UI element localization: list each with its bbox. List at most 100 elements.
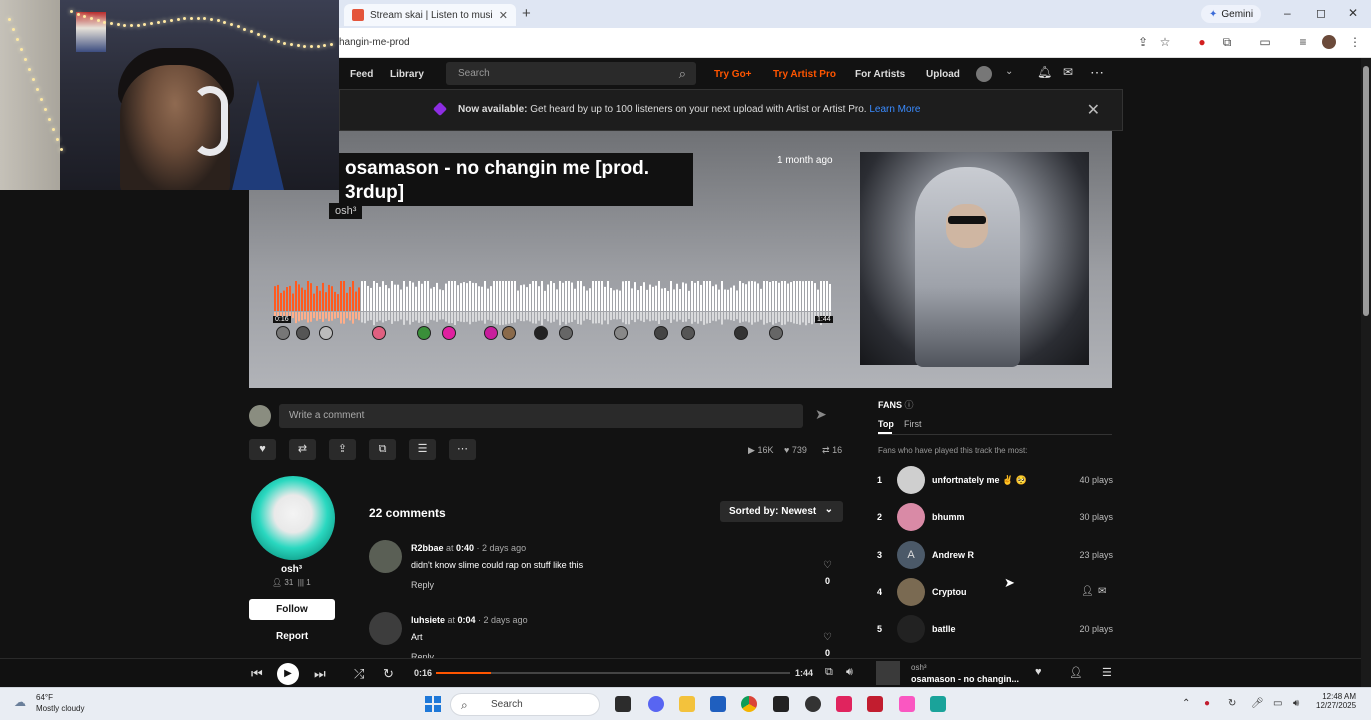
artist-name[interactable]: osh³ <box>281 564 302 575</box>
fan-name[interactable]: Cryptou <box>932 587 967 597</box>
search-icon[interactable]: ⌕ <box>679 66 686 82</box>
maximize-button[interactable]: ◻ <box>1316 6 1326 20</box>
comment-input[interactable]: Write a comment <box>279 404 803 428</box>
waveform-comment-avatar[interactable] <box>769 326 783 340</box>
like-comment-icon[interactable]: ♡ <box>823 560 832 571</box>
fan-avatar[interactable] <box>897 615 925 643</box>
close-window-button[interactable]: ✕ <box>1348 6 1358 20</box>
player-like-icon[interactable]: ♥ <box>1035 666 1042 678</box>
fan-row[interactable]: 4 Cryptou 👤︎ ✉ <box>877 578 1113 606</box>
cast-icon[interactable]: ⧉ <box>825 666 833 679</box>
taskbar-app-calculator-icon[interactable] <box>930 696 946 712</box>
waveform-comment-avatar[interactable] <box>372 326 386 340</box>
follow-artist-icon[interactable]: 👤︎ <box>1069 666 1083 679</box>
follow-button[interactable]: Follow <box>249 599 335 620</box>
waveform-comment-avatar[interactable] <box>534 326 548 340</box>
like-button[interactable]: ♥ <box>249 439 276 460</box>
extensions-puzzle-icon[interactable]: ⧉ <box>1220 35 1234 49</box>
waveform-comment-avatar[interactable] <box>484 326 498 340</box>
fan-name[interactable]: bhumm <box>932 512 965 522</box>
tray-display-icon[interactable]: ▭ <box>1273 698 1282 709</box>
copy-link-button[interactable]: ⧉ <box>369 439 396 460</box>
fan-name[interactable]: unfortnately me ✌️ 🥺 <box>932 475 1027 486</box>
browser-tab[interactable]: Stream skai | Listen to music albums ✕ <box>344 4 516 26</box>
fan-name[interactable]: batlle <box>932 624 956 634</box>
volume-icon[interactable]: 🔊︎ <box>846 666 853 679</box>
commenter-name[interactable]: luhsiete <box>411 615 445 625</box>
commenter-name[interactable]: R2bbae <box>411 543 444 553</box>
page-scrollbar[interactable] <box>1361 58 1371 687</box>
waveform-comment-avatar[interactable] <box>681 326 695 340</box>
messages-mail-icon[interactable]: ✉ <box>1063 65 1073 79</box>
fan-row[interactable]: 1 unfortnately me ✌️ 🥺 40 plays <box>877 466 1113 494</box>
previous-track-icon[interactable]: ⏮ <box>251 666 263 682</box>
nav-library[interactable]: Library <box>390 69 424 80</box>
share-button[interactable]: ⇪ <box>329 439 356 460</box>
waveform-comment-avatar[interactable] <box>296 326 310 340</box>
taskbar-app-t-icon[interactable] <box>867 696 883 712</box>
player-artwork[interactable] <box>876 661 900 685</box>
new-tab-button[interactable]: + <box>522 5 531 22</box>
waveform-comment-avatar[interactable] <box>654 326 668 340</box>
follow-user-icon[interactable]: 👤︎ <box>1081 586 1094 597</box>
fan-name[interactable]: Andrew R <box>932 550 974 560</box>
tab-top-fans[interactable]: Top <box>878 419 894 429</box>
taskbar-app-obs-icon[interactable] <box>805 696 821 712</box>
fan-row[interactable]: 3 A Andrew R 23 plays <box>877 541 1113 569</box>
chevron-down-icon[interactable]: ⌄ <box>1005 66 1013 77</box>
tab-first-fans[interactable]: First <box>904 419 922 429</box>
add-to-next-up-button[interactable]: ☰ <box>409 439 436 460</box>
taskbar-app-discord-icon[interactable] <box>648 696 664 712</box>
waveform-comment-avatar[interactable] <box>417 326 431 340</box>
message-user-icon[interactable]: ✉ <box>1098 586 1106 597</box>
next-track-icon[interactable]: ⏭ <box>314 666 326 682</box>
media-controls-icon[interactable]: ≡ <box>1296 35 1310 49</box>
nav-feed[interactable]: Feed <box>350 69 373 80</box>
repost-button[interactable]: ⇄ <box>289 439 316 460</box>
install-app-icon[interactable]: ⇪ <box>1136 35 1150 49</box>
like-comment-icon[interactable]: ♡ <box>823 632 832 643</box>
taskbar-clock[interactable]: 12:48 AM 12/27/2025 <box>1316 692 1356 710</box>
extension-icon[interactable]: ● <box>1195 35 1209 49</box>
waveform-comment-avatar[interactable] <box>614 326 628 340</box>
waveform-comment-avatar[interactable] <box>502 326 516 340</box>
send-comment-icon[interactable]: ➤ <box>815 406 827 423</box>
tracks-count[interactable]: 1 <box>306 578 310 587</box>
url-text[interactable]: hangin-me-prod <box>339 37 410 48</box>
fan-avatar[interactable]: A <box>897 541 925 569</box>
progress-bar[interactable] <box>436 672 790 674</box>
search-input[interactable]: Search ⌕ <box>446 62 696 85</box>
learn-more-link[interactable]: Learn More <box>869 104 920 115</box>
comment-timestamp[interactable]: 0:40 <box>456 543 474 553</box>
commenter-avatar[interactable] <box>369 540 402 573</box>
waveform-comment-avatar[interactable] <box>319 326 333 340</box>
bookmark-star-icon[interactable]: ☆ <box>1158 35 1172 49</box>
taskbar-app-terminal-icon[interactable] <box>615 696 631 712</box>
next-up-icon[interactable]: ☰ <box>1102 666 1112 679</box>
artist-avatar[interactable] <box>251 476 335 560</box>
waveform[interactable] <box>274 281 832 326</box>
info-icon[interactable]: ⓘ <box>905 400 914 410</box>
waveform-comment-avatar[interactable] <box>442 326 456 340</box>
taskbar-app-chrome-icon[interactable] <box>741 696 757 712</box>
reply-link[interactable]: Reply <box>411 580 434 590</box>
fan-row[interactable]: 2 bhumm 30 plays <box>877 503 1113 531</box>
fan-row[interactable]: 5 batlle 20 plays <box>877 615 1113 643</box>
try-go-plus-link[interactable]: Try Go+ <box>714 69 752 80</box>
taskbar-app-tiktok-icon[interactable] <box>836 696 852 712</box>
taskbar-app-music-icon[interactable] <box>899 696 915 712</box>
more-actions-button[interactable]: ⋯ <box>449 439 476 460</box>
comment-timestamp[interactable]: 0:04 <box>458 615 476 625</box>
commenter-avatar[interactable] <box>369 612 402 645</box>
tray-sync-icon[interactable]: ↻ <box>1228 698 1236 709</box>
tray-volume-icon[interactable]: 🔊︎ <box>1293 698 1299 709</box>
report-button[interactable]: Report <box>276 631 308 642</box>
notifications-bell-icon[interactable]: 🔔︎ <box>1037 65 1052 79</box>
play-button[interactable]: ▶ <box>277 663 299 685</box>
upload-link[interactable]: Upload <box>926 69 960 80</box>
tab-search-icon[interactable]: ▭ <box>1258 35 1272 49</box>
fan-avatar[interactable] <box>897 466 925 494</box>
close-tab-icon[interactable]: ✕ <box>499 9 508 22</box>
for-artists-link[interactable]: For Artists <box>855 69 905 80</box>
player-track-title[interactable]: osamason - no changin... <box>911 674 1019 684</box>
